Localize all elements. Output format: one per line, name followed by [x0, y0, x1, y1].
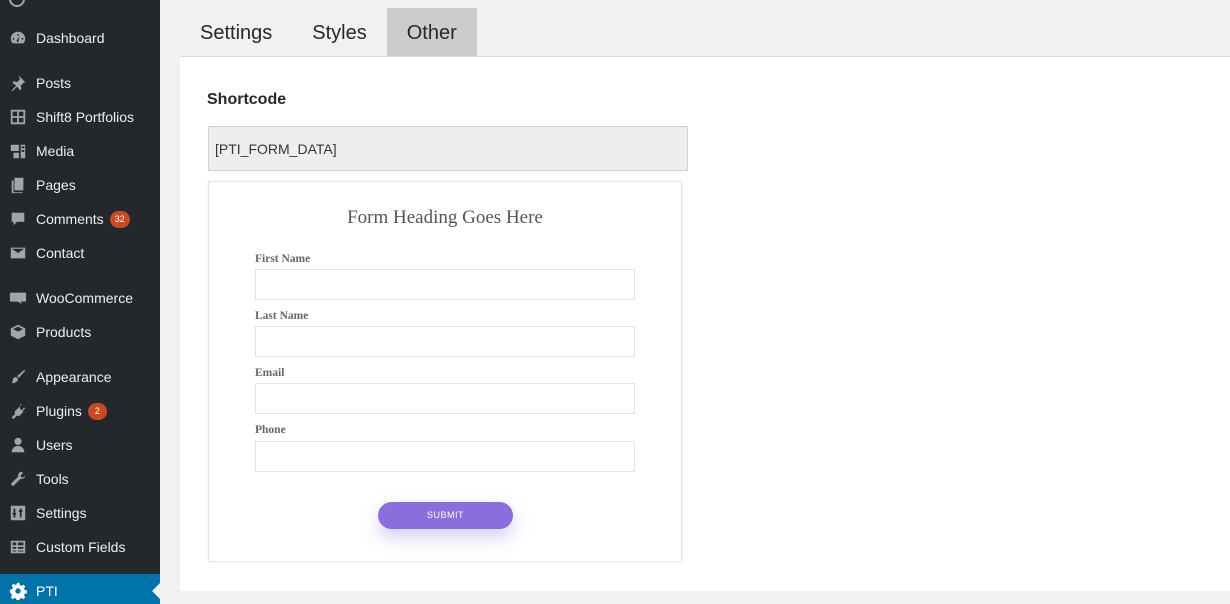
gear-icon — [0, 574, 36, 604]
sidebar-item-custom-fields[interactable]: Custom Fields — [0, 530, 160, 564]
comments-count-badge: 32 — [109, 210, 130, 228]
sidebar-item-label: PTI — [36, 583, 58, 599]
tab-other[interactable]: Other — [386, 8, 477, 56]
sidebar-item-users[interactable]: Users — [0, 428, 160, 462]
sidebar-item-pages[interactable]: Pages — [0, 168, 160, 202]
sidebar-item-products[interactable]: Products — [0, 315, 160, 349]
woocommerce-icon — [0, 281, 36, 315]
tab-styles[interactable]: Styles — [292, 8, 386, 56]
dashboard-icon — [0, 21, 36, 55]
wrench-icon — [0, 462, 36, 496]
mail-icon — [0, 236, 36, 270]
sidebar-item-label: Settings — [36, 505, 87, 521]
pin-icon — [0, 66, 36, 100]
plugins-count-badge: 2 — [87, 402, 107, 420]
wordpress-logo-icon[interactable] — [9, 0, 25, 7]
sidebar-item-shift8-portfolios[interactable]: Shift8 Portfolios — [0, 100, 160, 134]
form-heading: Form Heading Goes Here — [347, 207, 543, 228]
sidebar-item-label: Comments — [36, 211, 104, 227]
sidebar-item-label: Media — [36, 143, 75, 159]
sidebar-item-label: Dashboard — [36, 30, 105, 46]
sidebar-item-comments[interactable]: Comments 32 — [0, 202, 160, 236]
last-name-input[interactable] — [255, 326, 635, 357]
box-icon — [0, 315, 36, 349]
sidebar-item-label: Appearance — [36, 369, 112, 385]
email-label: Email — [255, 367, 285, 379]
sidebar-item-label: Pages — [36, 177, 76, 193]
sidebar-item-dashboard[interactable]: Dashboard — [0, 21, 160, 55]
grid-icon — [0, 100, 36, 134]
sidebar-item-label: Tools — [36, 471, 69, 487]
sidebar-item-label: Custom Fields — [36, 539, 126, 555]
first-name-input[interactable] — [255, 269, 635, 300]
sidebar-item-pti[interactable]: PTI — [0, 574, 160, 604]
sidebar-item-woocommerce[interactable]: WooCommerce — [0, 281, 160, 315]
phone-input[interactable] — [255, 441, 635, 472]
form-preview: Form Heading Goes Here First Name Last N… — [208, 181, 682, 562]
table-icon — [0, 530, 36, 564]
sidebar-item-label: Posts — [36, 75, 72, 91]
phone-label: Phone — [255, 424, 286, 436]
user-icon — [0, 428, 36, 462]
email-input[interactable] — [255, 383, 635, 414]
sidebar-item-posts[interactable]: Posts — [0, 66, 160, 100]
first-name-label: First Name — [255, 253, 311, 265]
pages-icon — [0, 168, 36, 202]
sidebar-item-label: Products — [36, 324, 92, 340]
sidebar-item-appearance[interactable]: Appearance — [0, 360, 160, 394]
plug-icon — [0, 394, 36, 428]
sidebar-item-settings[interactable]: Settings — [0, 496, 160, 530]
sidebar-item-tools[interactable]: Tools — [0, 462, 160, 496]
sidebar-item-label: Plugins — [36, 403, 82, 419]
media-icon — [0, 134, 36, 168]
sidebar-item-plugins[interactable]: Plugins 2 — [0, 394, 160, 428]
brush-icon — [0, 360, 36, 394]
comment-icon — [0, 202, 36, 236]
sliders-icon — [0, 496, 36, 530]
sidebar-item-label: Users — [36, 437, 73, 453]
shortcode-field[interactable]: [PTI_FORM_DATA] — [208, 126, 688, 171]
sidebar-item-label: WooCommerce — [36, 290, 133, 306]
last-name-label: Last Name — [255, 310, 309, 322]
sidebar-item-label: Shift8 Portfolios — [36, 109, 135, 125]
admin-sidebar: Dashboard Posts Shift8 Portfolios Media … — [0, 0, 160, 604]
tab-settings[interactable]: Settings — [180, 8, 292, 56]
submit-button[interactable]: SUBMIT — [378, 502, 513, 529]
sidebar-item-media[interactable]: Media — [0, 134, 160, 168]
shortcode-title: Shortcode — [207, 91, 287, 108]
tab-bar: Settings Styles Other — [180, 8, 477, 56]
content-panel: Shortcode [PTI_FORM_DATA] Form Heading G… — [180, 57, 1230, 591]
sidebar-item-contact[interactable]: Contact — [0, 236, 160, 270]
sidebar-item-label: Contact — [36, 245, 85, 261]
